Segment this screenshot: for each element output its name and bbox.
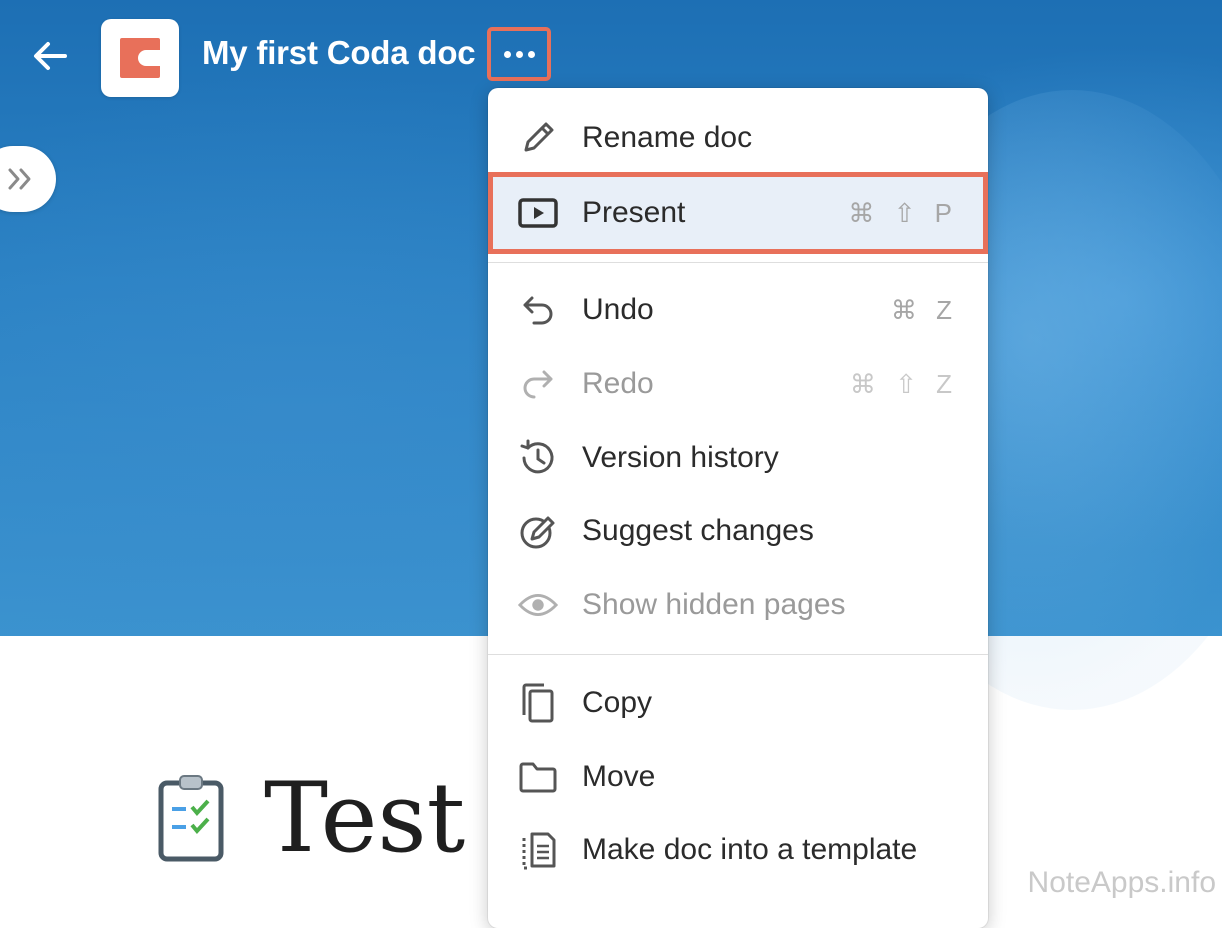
menu-item-undo[interactable]: Undo ⌘ Z [488,273,988,347]
menu-item-rename-doc[interactable]: Rename doc [488,101,988,175]
menu-item-label: Make doc into a template [582,833,918,866]
menu-item-make-template[interactable]: Make doc into a template [488,813,988,887]
menu-item-version-history[interactable]: Version history [488,421,988,495]
menu-divider [488,262,988,263]
double-chevron-right-icon [8,168,31,190]
menu-item-label: Move [582,760,656,793]
coda-logo-icon [120,38,160,78]
menu-item-move[interactable]: Move [488,740,988,814]
keyboard-shortcut: ⌘ Z [890,294,958,325]
menu-item-label: Redo [582,367,654,400]
menu-item-label: Undo [582,293,654,326]
undo-icon [518,290,558,330]
present-icon [518,193,558,233]
eye-icon [518,585,558,625]
menu-item-label: Copy [582,686,653,719]
keyboard-shortcut: ⌘ ⇧ P [848,197,958,228]
menu-item-present[interactable]: Present ⌘ ⇧ P [488,172,988,254]
menu-item-redo[interactable]: Redo ⌘ ⇧ Z [488,347,988,421]
doc-logo[interactable] [101,19,179,97]
back-button[interactable] [26,34,74,78]
doc-options-menu: Rename doc Present ⌘ ⇧ P Undo ⌘ Z Redo ⌘… [488,88,988,928]
redo-icon [518,364,558,404]
menu-item-label: Version history [582,441,779,474]
template-icon [518,830,558,870]
menu-item-suggest-changes[interactable]: Suggest changes [488,494,988,568]
menu-item-label: Show hidden pages [582,588,846,621]
history-icon [518,438,558,478]
folder-icon [518,757,558,797]
menu-item-copy[interactable]: Copy [488,666,988,740]
pencil-icon [518,118,558,158]
keyboard-shortcut: ⌘ ⇧ Z [849,368,958,399]
menu-item-label: Rename doc [582,121,753,154]
doc-title[interactable]: My first Coda doc [202,34,476,72]
more-options-button[interactable] [487,27,551,81]
page-heading: Test I [158,770,534,866]
watermark: NoteApps.info [1025,866,1218,900]
arrow-left-icon [34,42,67,70]
suggest-changes-icon [518,511,558,551]
menu-item-show-hidden-pages[interactable]: Show hidden pages [488,568,988,642]
copy-icon [518,683,558,723]
menu-item-label: Suggest changes [582,514,814,547]
menu-item-label: Present [582,196,686,229]
menu-divider [488,654,988,655]
clipboard-checklist-icon [158,775,224,862]
more-horizontal-icon [503,50,535,58]
